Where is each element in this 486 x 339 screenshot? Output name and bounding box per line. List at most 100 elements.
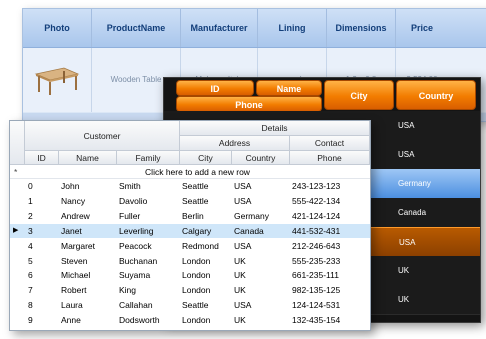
- cell-phone[interactable]: 555-422-134: [292, 194, 370, 208]
- cell-id[interactable]: 7: [28, 283, 58, 297]
- cell-city[interactable]: Berlin: [182, 209, 232, 223]
- cell-family[interactable]: Dodsworth: [119, 313, 179, 327]
- cell-city[interactable]: Redmond: [182, 239, 232, 253]
- cell-family[interactable]: Fuller: [119, 209, 179, 223]
- cell-country[interactable]: UK: [234, 283, 290, 297]
- dark-row-country: USA: [398, 150, 415, 159]
- cell-name[interactable]: Janet: [61, 224, 117, 238]
- column-header-id[interactable]: ID: [176, 80, 254, 96]
- cell-id[interactable]: 1: [28, 194, 58, 208]
- cell-country[interactable]: UK: [234, 313, 290, 327]
- table-row[interactable]: 0 John Smith Seattle USA 243-123-123: [10, 179, 370, 193]
- cell-name[interactable]: Nancy: [61, 194, 117, 208]
- cell-country[interactable]: USA: [234, 239, 290, 253]
- table-row[interactable]: 7 Robert King London UK 982-135-125: [10, 283, 370, 297]
- band-contact[interactable]: Contact: [290, 136, 370, 151]
- cell-id[interactable]: 3: [28, 224, 58, 238]
- column-header-lining[interactable]: Lining: [258, 9, 327, 47]
- band-customer[interactable]: Customer: [25, 121, 180, 151]
- cell-city[interactable]: Calgary: [182, 224, 232, 238]
- cell-id[interactable]: 6: [28, 268, 58, 282]
- cell-phone[interactable]: 421-124-124: [292, 209, 370, 223]
- column-header-phone[interactable]: Phone: [176, 96, 322, 112]
- cell-name[interactable]: John: [61, 179, 117, 193]
- column-header-country[interactable]: Country: [396, 80, 476, 110]
- cell-country[interactable]: USA: [234, 179, 290, 193]
- cell-city[interactable]: London: [182, 254, 232, 268]
- cell-name[interactable]: Robert: [61, 283, 117, 297]
- table-row[interactable]: ▶ 3 Janet Leverling Calgary Canada 441-532-431: [10, 223, 370, 238]
- cell-country[interactable]: UK: [234, 254, 290, 268]
- column-header-id[interactable]: ID: [25, 151, 59, 165]
- column-header-name[interactable]: Name: [59, 151, 117, 165]
- cell-phone[interactable]: 982-135-125: [292, 283, 370, 297]
- cell-city[interactable]: London: [182, 313, 232, 327]
- cell-id[interactable]: 9: [28, 313, 58, 327]
- cell-id[interactable]: 0: [28, 179, 58, 193]
- column-header-name[interactable]: Name: [256, 80, 322, 96]
- cell-city[interactable]: London: [182, 283, 232, 297]
- cell-city[interactable]: Seattle: [182, 298, 232, 312]
- table-row[interactable]: 9 Anne Dodsworth London UK 132-435-154: [10, 313, 370, 327]
- cell-country[interactable]: USA: [234, 298, 290, 312]
- cell-name[interactable]: Laura: [61, 298, 117, 312]
- cell-family[interactable]: Peacock: [119, 239, 179, 253]
- cell-id[interactable]: 5: [28, 254, 58, 268]
- cell-phone[interactable]: 132-435-154: [292, 313, 370, 327]
- cell-family[interactable]: Davolio: [119, 194, 179, 208]
- cell-family[interactable]: Leverling: [119, 224, 179, 238]
- cell-family[interactable]: Smith: [119, 179, 179, 193]
- current-row-marker: ▶: [13, 226, 19, 234]
- cell-family[interactable]: Callahan: [119, 298, 179, 312]
- table-row[interactable]: 2 Andrew Fuller Berlin Germany 421-124-124: [10, 209, 370, 223]
- cell-phone[interactable]: 212-246-643: [292, 239, 370, 253]
- dark-row-country: Germany: [398, 179, 431, 188]
- column-header-family[interactable]: Family: [117, 151, 180, 165]
- cell-city[interactable]: Seattle: [182, 194, 232, 208]
- table-row[interactable]: 4 Margaret Peacock Redmond USA 212-246-643: [10, 239, 370, 253]
- cell-name[interactable]: Andrew: [61, 209, 117, 223]
- table-row[interactable]: 8 Laura Callahan Seattle USA 124-124-531: [10, 298, 370, 312]
- column-header-dimensions[interactable]: Dimensions: [327, 9, 396, 47]
- cell-phone[interactable]: 661-235-111: [292, 268, 370, 282]
- cell-name[interactable]: Margaret: [61, 239, 117, 253]
- new-row-marker: *: [14, 167, 18, 177]
- new-row-text[interactable]: Click here to add a new row: [25, 165, 370, 179]
- dark-row-country: USA: [398, 121, 415, 130]
- column-header-price[interactable]: Price: [396, 9, 448, 47]
- column-header-phone[interactable]: Phone: [290, 151, 370, 165]
- table-row[interactable]: 1 Nancy Davolio Seattle USA 555-422-134: [10, 194, 370, 208]
- band-address[interactable]: Address: [180, 136, 290, 151]
- band-details[interactable]: Details: [180, 121, 370, 136]
- cell-city[interactable]: London: [182, 268, 232, 282]
- column-header-country[interactable]: Country: [232, 151, 290, 165]
- cell-id[interactable]: 8: [28, 298, 58, 312]
- new-row[interactable]: * Click here to add a new row: [10, 165, 370, 179]
- cell-name[interactable]: Anne: [61, 313, 117, 327]
- column-header-productname[interactable]: ProductName: [92, 9, 181, 47]
- cell-id[interactable]: 4: [28, 239, 58, 253]
- cell-family[interactable]: Suyama: [119, 268, 179, 282]
- cell-family[interactable]: King: [119, 283, 179, 297]
- cell-phone[interactable]: 243-123-123: [292, 179, 370, 193]
- column-header-city[interactable]: City: [324, 80, 394, 110]
- cell-name[interactable]: Michael: [61, 268, 117, 282]
- cell-name[interactable]: Steven: [61, 254, 117, 268]
- column-header-photo[interactable]: Photo: [23, 9, 92, 47]
- cell-family[interactable]: Buchanan: [119, 254, 179, 268]
- cell-phone[interactable]: 555-235-233: [292, 254, 370, 268]
- cell-phone[interactable]: 441-532-431: [292, 224, 370, 238]
- column-header-city[interactable]: City: [180, 151, 232, 165]
- cell-id[interactable]: 2: [28, 209, 58, 223]
- cell-country[interactable]: Canada: [234, 224, 290, 238]
- cell-city[interactable]: Seattle: [182, 179, 232, 193]
- cell-phone[interactable]: 124-124-531: [292, 298, 370, 312]
- cell-country[interactable]: USA: [234, 194, 290, 208]
- row-header-corner: [10, 121, 25, 165]
- table-row[interactable]: 6 Michael Suyama London UK 661-235-111: [10, 268, 370, 282]
- cell-country[interactable]: UK: [234, 268, 290, 282]
- cell-country[interactable]: Germany: [234, 209, 290, 223]
- table-row[interactable]: 5 Steven Buchanan London UK 555-235-233: [10, 254, 370, 268]
- dark-row-country: USA: [399, 238, 416, 247]
- column-header-manufacturer[interactable]: Manufacturer: [181, 9, 258, 47]
